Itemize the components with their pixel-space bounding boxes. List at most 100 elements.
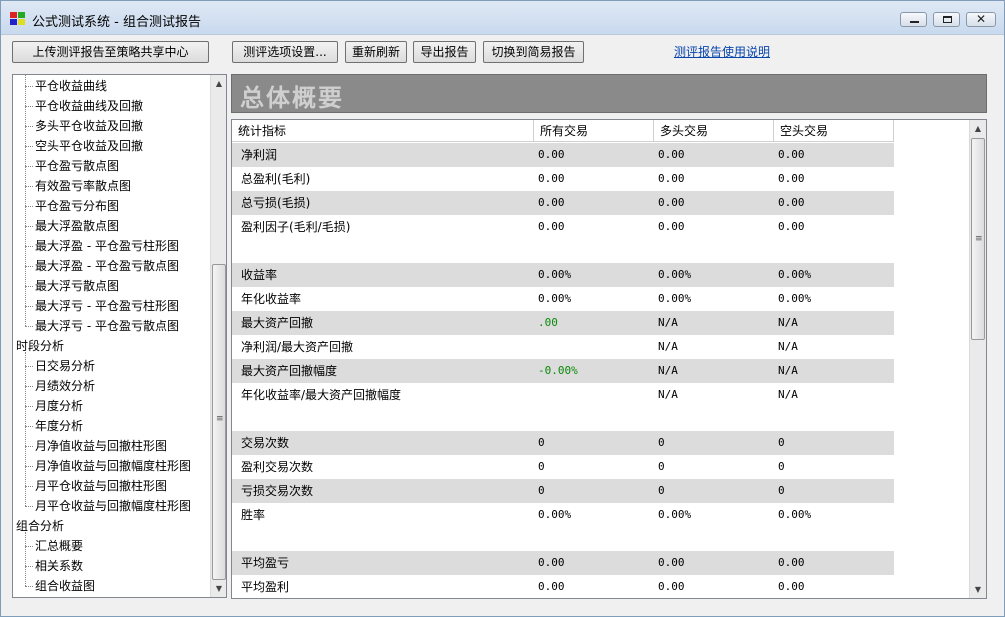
all-trades-value: 0.00	[538, 172, 565, 185]
maximize-icon	[943, 16, 952, 23]
scroll-down-icon[interactable]: ▼	[970, 581, 986, 598]
tree-item[interactable]: 空头平仓收益及回撤	[35, 136, 143, 156]
tree-item[interactable]: 最大浮亏 - 平仓盈亏散点图	[35, 316, 179, 336]
tree-item[interactable]: 日交易分析	[35, 356, 95, 376]
export-button[interactable]: 导出报告	[413, 41, 476, 63]
tree-connector	[25, 246, 33, 247]
help-link[interactable]: 测评报告使用说明	[674, 43, 770, 60]
tree-item[interactable]: 最大浮盈散点图	[35, 216, 119, 236]
tree-item[interactable]: 组合收益图	[35, 576, 95, 596]
short-trades-value: N/A	[778, 364, 798, 377]
tree-item[interactable]: 平仓盈亏分布图	[35, 196, 119, 216]
tree-connector	[25, 146, 33, 147]
all-trades-value: 0.00%	[538, 292, 572, 305]
tree-item[interactable]: 月平仓收益与回撤柱形图	[35, 476, 167, 496]
table-scroll-thumb[interactable]: ≡	[971, 138, 985, 340]
tree-item[interactable]: 最大浮亏 - 平仓盈亏柱形图	[35, 296, 179, 316]
short-trades-value: 0.00	[778, 580, 805, 593]
short-trades-value: N/A	[778, 340, 798, 353]
long-trades-value: N/A	[658, 388, 678, 401]
long-trades-value: 0.00	[658, 148, 685, 161]
tree-item[interactable]: 最大浮盈 - 平仓盈亏柱形图	[35, 236, 179, 256]
table-row: 总亏损(毛损) 0.00 0.00 0.00	[232, 191, 894, 215]
tree-connector	[25, 586, 33, 587]
tree-item[interactable]: 月平仓收益与回撤幅度柱形图	[35, 496, 191, 516]
tree-item[interactable]: 平仓收益曲线	[35, 76, 107, 96]
column-header-metric[interactable]: 统计指标	[232, 120, 534, 142]
metric-label: 盈利因子(毛利/毛损)	[241, 220, 351, 234]
short-trades-value: 0	[778, 436, 785, 449]
scroll-down-icon[interactable]: ▼	[211, 580, 226, 597]
tree-item[interactable]: 最大浮亏散点图	[35, 276, 119, 296]
tree-item[interactable]: 月度分析	[35, 396, 83, 416]
tree-scrollbar[interactable]: ▲ ≡ ▼	[210, 75, 226, 597]
all-trades-value: .00	[538, 316, 558, 329]
column-header-all[interactable]: 所有交易	[534, 120, 654, 142]
short-trades-value: 0.00%	[778, 508, 812, 521]
table-scrollbar[interactable]: ▲ ≡ ▼	[969, 120, 986, 598]
minimize-button[interactable]	[900, 12, 927, 27]
metric-label: 盈利交易次数	[241, 460, 314, 474]
table-row	[232, 527, 894, 551]
tree-scroll-thumb[interactable]: ≡	[212, 264, 226, 580]
upload-report-button[interactable]: 上传测评报告至策略共享中心	[12, 41, 209, 63]
title-bar[interactable]: 公式测试系统 - 组合测试报告 ✕	[1, 1, 1004, 35]
tree-connector	[25, 546, 33, 547]
column-header-long[interactable]: 多头交易	[654, 120, 774, 142]
tree-item[interactable]: 相关系数	[35, 556, 83, 576]
tree-connector	[25, 466, 33, 467]
table-row: 交易次数 0 0 0	[232, 431, 894, 455]
refresh-button[interactable]: 重新刷新	[345, 41, 407, 63]
report-title: 总体概要	[240, 83, 344, 112]
long-trades-value: 0.00	[658, 196, 685, 209]
metric-label: 最大资产回撤	[241, 316, 314, 330]
tree-item[interactable]: 最大浮盈 - 平仓盈亏散点图	[35, 256, 179, 276]
tree-item[interactable]: 有效盈亏率散点图	[35, 176, 131, 196]
metric-label: 收益率	[241, 268, 278, 282]
scroll-up-icon[interactable]: ▲	[970, 120, 986, 137]
table-row: 最大资产回撤幅度 -0.00% N/A N/A	[232, 359, 894, 383]
table-row: 年化收益率/最大资产回撤幅度 N/A N/A	[232, 383, 894, 407]
table-row	[232, 239, 894, 263]
tree-connector	[25, 366, 33, 367]
tree-item[interactable]: 多头平仓收益及回撤	[35, 116, 143, 136]
tree-item[interactable]: 汇总概要	[35, 536, 83, 556]
app-window: 公式测试系统 - 组合测试报告 ✕ 上传测评报告至策略共享中心 测评选项设置..…	[0, 0, 1005, 617]
tree-item[interactable]: 平仓收益曲线及回撤	[35, 96, 143, 116]
options-button[interactable]: 测评选项设置...	[232, 41, 338, 63]
tree-item[interactable]: 年度分析	[35, 416, 83, 436]
long-trades-value: 0.00	[658, 580, 685, 593]
switch-simple-report-button[interactable]: 切换到简易报告	[483, 41, 584, 63]
column-header-short[interactable]: 空头交易	[774, 120, 894, 142]
maximize-button[interactable]	[933, 12, 960, 27]
table-row: 最大资产回撤 .00 N/A N/A	[232, 311, 894, 335]
tree-item[interactable]: 时段分析	[16, 336, 64, 356]
tree-item[interactable]: 月绩效分析	[35, 376, 95, 396]
scroll-up-icon[interactable]: ▲	[211, 75, 226, 92]
metric-label: 最大资产回撤幅度	[241, 364, 338, 378]
tree-connector	[25, 406, 33, 407]
long-trades-value: 0.00%	[658, 292, 692, 305]
tree-connector	[25, 206, 33, 207]
summary-table: 统计指标 所有交易 多头交易 空头交易 净利润 0.00 0.00 0.00 总盈利(毛…	[231, 119, 987, 599]
all-trades-value: 0.00	[538, 196, 565, 209]
tree-connector	[25, 566, 33, 567]
tree-item[interactable]: 平仓盈亏散点图	[35, 156, 119, 176]
tree-connector	[25, 506, 33, 507]
table-row	[232, 407, 894, 431]
grip-icon: ≡	[216, 414, 224, 424]
metric-label: 年化收益率/最大资产回撤幅度	[241, 388, 402, 402]
tree-item[interactable]: 月净值收益与回撤幅度柱形图	[35, 456, 191, 476]
metric-label: 净利润/最大资产回撤	[241, 340, 354, 354]
metric-label: 亏损交易次数	[241, 484, 314, 498]
tree-connector	[25, 326, 33, 327]
tree-connector	[25, 186, 33, 187]
metric-label: 平均盈亏	[241, 556, 290, 570]
close-button[interactable]: ✕	[966, 12, 996, 27]
short-trades-value: 0	[778, 460, 785, 473]
table-row: 盈利因子(毛利/毛损) 0.00 0.00 0.00	[232, 215, 894, 239]
tree-item[interactable]: 月净值收益与回撤柱形图	[35, 436, 167, 456]
table-row: 平均盈亏 0.00 0.00 0.00	[232, 551, 894, 575]
all-trades-value: 0.00	[538, 220, 565, 233]
tree-item[interactable]: 组合分析	[16, 516, 64, 536]
